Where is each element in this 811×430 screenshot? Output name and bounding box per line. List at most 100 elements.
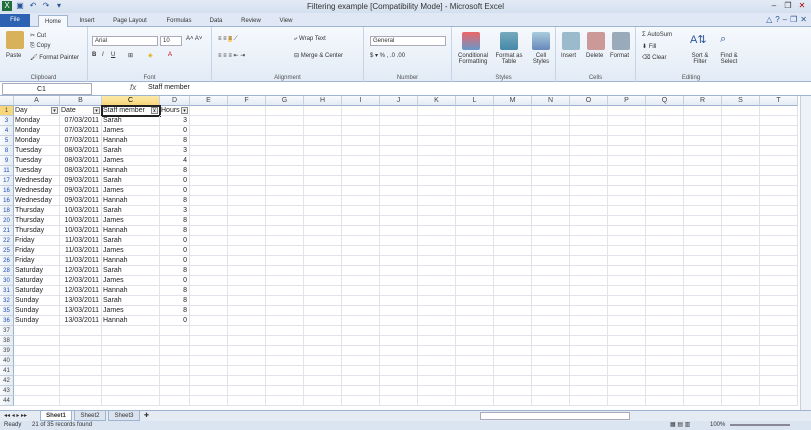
empty-cell[interactable] [102, 336, 160, 346]
empty-cell[interactable] [608, 336, 646, 346]
empty-cell[interactable] [760, 176, 798, 186]
empty-cell[interactable] [190, 166, 228, 176]
empty-cell[interactable] [418, 276, 456, 286]
empty-cell[interactable] [342, 206, 380, 216]
empty-cell[interactable] [60, 346, 102, 356]
font-color-icon[interactable]: A [168, 52, 172, 58]
column-header-i[interactable]: I [342, 96, 380, 106]
empty-cell[interactable] [342, 266, 380, 276]
empty-cell[interactable] [760, 266, 798, 276]
empty-cell[interactable] [646, 196, 684, 206]
empty-cell[interactable] [646, 266, 684, 276]
cell-hours[interactable]: 3 [160, 116, 190, 126]
empty-cell[interactable] [228, 136, 266, 146]
empty-cell[interactable] [266, 236, 304, 246]
empty-cell[interactable] [228, 126, 266, 136]
empty-cell[interactable] [684, 306, 722, 316]
empty-cell[interactable] [418, 186, 456, 196]
empty-cell[interactable] [266, 256, 304, 266]
format-button[interactable]: Format [610, 53, 629, 59]
empty-cell[interactable] [342, 106, 380, 116]
empty-cell[interactable] [14, 386, 60, 396]
empty-cell[interactable] [722, 226, 760, 236]
row-header[interactable]: 4 [0, 126, 14, 136]
empty-cell[interactable] [570, 116, 608, 126]
empty-cell[interactable] [266, 176, 304, 186]
empty-cell[interactable] [684, 146, 722, 156]
empty-cell[interactable] [190, 316, 228, 326]
column-header-r[interactable]: R [684, 96, 722, 106]
empty-cell[interactable] [532, 186, 570, 196]
empty-cell[interactable] [646, 356, 684, 366]
empty-cell[interactable] [570, 326, 608, 336]
empty-cell[interactable] [418, 326, 456, 336]
empty-cell[interactable] [160, 366, 190, 376]
empty-cell[interactable] [190, 296, 228, 306]
clear-button[interactable]: ⌫ Clear [642, 54, 667, 61]
italic-icon[interactable]: I [102, 52, 104, 58]
cell-day[interactable]: Wednesday [14, 176, 60, 186]
cell-date[interactable]: 11/03/2011 [60, 236, 102, 246]
paste-icon[interactable] [6, 31, 24, 49]
empty-cell[interactable] [266, 116, 304, 126]
filter-dropdown-icon[interactable]: ▾ [181, 107, 188, 114]
empty-cell[interactable] [532, 256, 570, 266]
empty-cell[interactable] [608, 366, 646, 376]
cell-day[interactable]: Thursday [14, 206, 60, 216]
empty-cell[interactable] [418, 266, 456, 276]
empty-cell[interactable] [494, 326, 532, 336]
cell-day[interactable]: Monday [14, 116, 60, 126]
empty-cell[interactable] [228, 256, 266, 266]
empty-cell[interactable] [342, 396, 380, 406]
empty-cell[interactable] [722, 136, 760, 146]
tab-home[interactable]: Home [38, 15, 68, 27]
empty-cell[interactable] [342, 336, 380, 346]
empty-cell[interactable] [304, 366, 342, 376]
empty-cell[interactable] [570, 296, 608, 306]
empty-cell[interactable] [102, 366, 160, 376]
empty-cell[interactable] [304, 196, 342, 206]
empty-cell[interactable] [342, 246, 380, 256]
sort-filter-button[interactable]: Sort & Filter [686, 53, 714, 65]
empty-cell[interactable] [304, 166, 342, 176]
empty-cell[interactable] [532, 216, 570, 226]
empty-cell[interactable] [684, 276, 722, 286]
empty-cell[interactable] [160, 396, 190, 406]
empty-cell[interactable] [418, 376, 456, 386]
empty-cell[interactable] [494, 276, 532, 286]
empty-cell[interactable] [646, 156, 684, 166]
empty-cell[interactable] [646, 256, 684, 266]
empty-cell[interactable] [608, 256, 646, 266]
minimize-icon[interactable]: – [767, 0, 781, 12]
empty-cell[interactable] [494, 156, 532, 166]
empty-cell[interactable] [570, 206, 608, 216]
sheet-tab-1[interactable]: Sheet1 [40, 411, 72, 421]
empty-cell[interactable] [684, 376, 722, 386]
empty-cell[interactable] [532, 266, 570, 276]
empty-cell[interactable] [608, 266, 646, 276]
empty-cell[interactable] [380, 196, 418, 206]
wb-close-icon[interactable]: ✕ [800, 15, 807, 24]
cell-styles-icon[interactable] [532, 32, 550, 50]
empty-cell[interactable] [722, 106, 760, 116]
empty-cell[interactable] [266, 246, 304, 256]
empty-cell[interactable] [456, 326, 494, 336]
column-header-e[interactable]: E [190, 96, 228, 106]
fill-button[interactable]: ⬇ Fill [642, 43, 656, 50]
empty-cell[interactable] [646, 176, 684, 186]
empty-cell[interactable] [494, 266, 532, 276]
empty-cell[interactable] [304, 216, 342, 226]
cell-hours[interactable]: 8 [160, 166, 190, 176]
cell-date[interactable]: 10/03/2011 [60, 216, 102, 226]
empty-cell[interactable] [532, 156, 570, 166]
cell-date[interactable]: 08/03/2011 [60, 166, 102, 176]
empty-cell[interactable] [380, 276, 418, 286]
cell-date[interactable]: 09/03/2011 [60, 186, 102, 196]
empty-cell[interactable] [14, 336, 60, 346]
empty-cell[interactable] [228, 176, 266, 186]
cell-hours[interactable]: 0 [160, 246, 190, 256]
row-header[interactable]: 36 [0, 316, 14, 326]
empty-cell[interactable] [456, 156, 494, 166]
autosum-button[interactable]: Σ AutoSum [642, 32, 672, 38]
cell-hours[interactable]: 0 [160, 176, 190, 186]
